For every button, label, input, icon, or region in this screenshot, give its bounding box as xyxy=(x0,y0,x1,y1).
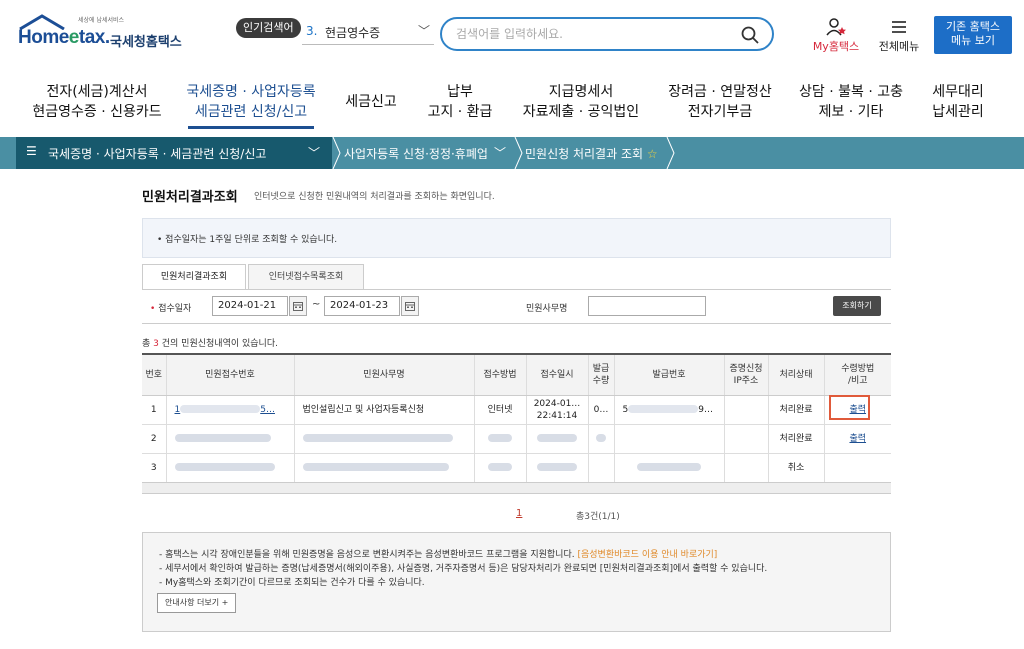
status-badge: 처리완료 xyxy=(767,395,824,425)
date-label: • 접수일자 xyxy=(150,304,192,314)
gnb-active-underline xyxy=(188,126,314,129)
popular-search-underline xyxy=(302,44,434,45)
search-bar xyxy=(440,17,774,51)
gnb-item-incentive[interactable]: 장려금 · 연말정산 전자기부금 xyxy=(666,82,774,122)
col-header-ip: 증명신청 IP주소 xyxy=(723,355,768,396)
logo-tagline: 세상에 납세서비스 xyxy=(78,17,125,24)
site-header: 세상에 납세서비스 Homeetax. 국세청홈택스 인기검색어 3. 현금영수… xyxy=(0,0,1024,70)
chevron-down-icon[interactable]: ﹀ xyxy=(494,144,506,161)
tab-result-inquiry[interactable]: 민원처리결과조회 xyxy=(142,264,246,290)
hamburger-icon xyxy=(892,21,906,33)
tab-internet-receipt-list[interactable]: 인터넷접수목록조회 xyxy=(248,264,364,290)
hometax-logo[interactable]: 세상에 납세서비스 Homeetax. 국세청홈택스 xyxy=(18,14,188,54)
menu-icon[interactable]: ☰ xyxy=(26,144,37,158)
table-row: 3 취소 xyxy=(142,453,891,483)
popular-search-term[interactable]: 현금영수증 xyxy=(325,24,380,41)
gnb-item-payment-statement[interactable]: 지급명세서 자료제출 · 공익법인 xyxy=(520,82,642,122)
col-header-receipt-no: 민원접수번호 xyxy=(165,355,294,396)
gnb-item-consulting[interactable]: 상담 · 불복 · 고충 제보 · 기타 xyxy=(796,82,906,122)
results-table: 번호 민원접수번호 민원사무명 접수방법 접수일시 발급 수량 발급번호 증명신청… xyxy=(142,353,891,483)
guide-more-button[interactable]: 안내사항 더보기 + xyxy=(157,593,237,613)
table-scrollbar[interactable] xyxy=(142,482,891,494)
breadcrumb-level1[interactable]: 국세증명 · 사업자등록 · 세금관련 신청/신고 xyxy=(48,145,266,162)
search-filter: • 접수일자 2024-01-21 ~ 2024-01-23 민원사무명 조회하… xyxy=(142,290,891,324)
logo-wordmark: Homeetax. xyxy=(18,27,110,48)
receipt-number-link[interactable]: 1 5… xyxy=(165,395,294,425)
chevron-down-icon[interactable]: ﹀ xyxy=(418,22,430,39)
col-header-office-name: 민원사무명 xyxy=(293,355,474,396)
old-hometax-menu-button[interactable]: 기존 홈택스 메뉴 보기 xyxy=(934,16,1012,54)
guide-box: - 홈택스는 시각 장애인분들을 위해 민원증명을 음성으로 변환시켜주는 음성… xyxy=(142,532,891,632)
col-header-date: 접수일시 xyxy=(525,355,588,396)
office-name-label: 민원사무명 xyxy=(526,304,568,314)
search-input[interactable] xyxy=(456,25,736,43)
print-link[interactable]: 출력 xyxy=(849,434,866,444)
my-hometax-button[interactable]: My홈택스 xyxy=(806,18,866,54)
user-star-icon xyxy=(826,18,846,36)
pagination-total: 총3건(1/1) xyxy=(576,512,620,522)
result-count: 총 3 건의 민원신청내역이 있습니다. xyxy=(142,339,278,349)
col-header-receive: 수령방법/비고 xyxy=(823,355,891,396)
col-header-status: 처리상태 xyxy=(767,355,824,396)
global-navigation: 전자(세금)계산서 현금영수증 · 신용카드 국세증명 · 사업자등록 세금관련 신… xyxy=(0,72,1024,134)
popular-search-badge: 인기검색어 xyxy=(236,18,301,38)
print-link-highlight xyxy=(829,395,870,420)
page-description: 인터넷으로 신청한 민원내역의 처리결과를 조회하는 화면입니다. xyxy=(254,192,495,202)
date-range-tilde: ~ xyxy=(312,299,321,310)
table-row: 2 처리완료 출력 xyxy=(142,424,891,454)
all-menu-button[interactable]: 전체메뉴 xyxy=(872,18,926,54)
page-title: 민원처리결과조회 xyxy=(142,190,238,205)
office-name-input[interactable] xyxy=(588,296,706,316)
search-button[interactable]: 조회하기 xyxy=(833,296,881,316)
status-badge: 처리완료 xyxy=(767,424,824,454)
all-menu-label: 전체메뉴 xyxy=(878,40,920,53)
col-header-no: 번호 xyxy=(142,355,166,396)
search-icon[interactable] xyxy=(740,25,760,45)
receipt-number-link[interactable] xyxy=(165,424,294,454)
gnb-item-payment[interactable]: 납부 고지 · 환급 xyxy=(424,82,496,122)
chevron-down-icon[interactable]: ﹀ xyxy=(308,144,320,161)
date-to-input[interactable]: 2024-01-23 xyxy=(324,296,400,316)
voice-barcode-guide-link[interactable]: [음성변환바코드 이용 안내 바로가기] xyxy=(577,550,717,560)
breadcrumb-separator xyxy=(666,137,675,169)
calendar-icon[interactable] xyxy=(401,296,419,316)
my-hometax-label: My홈택스 xyxy=(812,40,860,53)
date-from-input[interactable]: 2024-01-21 xyxy=(212,296,288,316)
table-header-row: 번호 민원접수번호 민원사무명 접수방법 접수일시 발급 수량 발급번호 증명신청… xyxy=(142,355,891,396)
breadcrumb-separator xyxy=(514,137,523,169)
popular-search-rank: 3. xyxy=(306,24,318,38)
calendar-icon[interactable] xyxy=(289,296,307,316)
col-header-issue-no: 발급번호 xyxy=(613,355,724,396)
breadcrumb: ☰ 국세증명 · 사업자등록 · 세금관련 신청/신고 ﹀ 사업자등록 신청·정… xyxy=(0,137,1024,169)
gnb-item-certificates[interactable]: 국세증명 · 사업자등록 세금관련 신청/신고 xyxy=(184,82,318,122)
receipt-number-link[interactable] xyxy=(165,453,294,483)
col-header-qty: 발급 수량 xyxy=(587,355,614,396)
pagination-page-1[interactable]: 1 xyxy=(516,508,522,519)
gnb-item-tax-agent[interactable]: 세무대리 납세관리 xyxy=(926,82,990,122)
notice-box: • 접수일자는 1주일 단위로 조회할 수 있습니다. xyxy=(142,218,891,258)
gnb-item-e-invoice[interactable]: 전자(세금)계산서 현금영수증 · 신용카드 xyxy=(32,82,162,122)
status-badge: 취소 xyxy=(767,453,824,483)
breadcrumb-level3: 민원신청 처리결과 조회 ☆ xyxy=(525,147,658,161)
col-header-method: 접수방법 xyxy=(473,355,526,396)
breadcrumb-level2[interactable]: 사업자등록 신청·정정·휴폐업 xyxy=(344,145,488,162)
guide-line-1: - 홈택스는 시각 장애인분들을 위해 민원증명을 음성으로 변환시켜주는 음성… xyxy=(159,550,718,560)
notice-text: • 접수일자는 1주일 단위로 조회할 수 있습니다. xyxy=(157,235,338,245)
guide-line-3: - My홈택스와 조회기간이 다르므로 조회되는 건수가 다를 수 있습니다. xyxy=(159,578,425,588)
table-row: 1 1 5… 법인설립신고 및 사업자등록신청 인터넷 2024-01… 22:41… xyxy=(142,395,891,425)
gnb-item-tax-filing[interactable]: 세금신고 xyxy=(336,82,406,112)
logo-korean-name: 국세청홈택스 xyxy=(110,35,182,50)
favorite-star-icon[interactable]: ☆ xyxy=(647,147,658,161)
guide-line-2: - 세무서에서 확인하여 발급하는 증명(납세증명서(해외이주용), 사실증명,… xyxy=(159,564,768,574)
breadcrumb-separator xyxy=(332,137,341,169)
